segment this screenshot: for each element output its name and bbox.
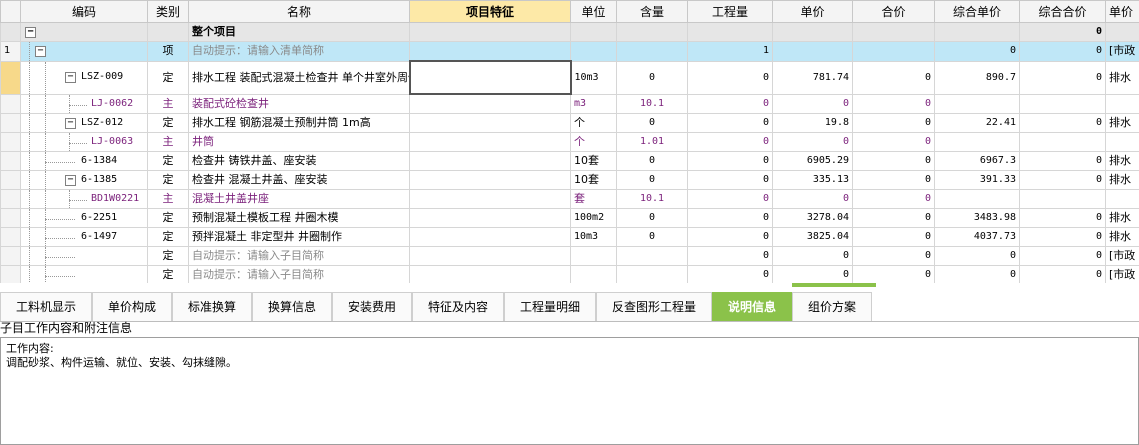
- table-row[interactable]: 定 自动提示：请输入子目简称 0 0 0 0 0 [市政: [1, 266, 1139, 284]
- name-cell[interactable]: 自动提示：请输入子目简称: [189, 247, 410, 266]
- name-cell[interactable]: 自动提示：请输入子目简称: [189, 266, 410, 284]
- tab-features-content[interactable]: 特征及内容: [412, 292, 504, 321]
- header-name[interactable]: 名称: [189, 1, 410, 23]
- code-text: BD1W0221: [91, 190, 139, 208]
- tab-pricing-scheme[interactable]: 组价方案: [792, 292, 872, 321]
- table-row[interactable]: − LSZ-009 定 排水工程 装配式混凝土检查井 单个井室外周体积(m3) …: [1, 61, 1139, 94]
- tab-description-info[interactable]: 说明信息: [712, 292, 792, 321]
- name-cell[interactable]: 自动提示：请输入清单简称: [189, 42, 410, 62]
- quota-table: 编码 类别 名称 项目特征 单位 含量 工程量 单价 合价 综合单价 综合合价 …: [0, 0, 1139, 283]
- row-number: [1, 61, 21, 94]
- table-row[interactable]: 6-1384 定 检查井 铸铁井盖、座安装 10套 0 0 6905.29 0 …: [1, 152, 1139, 171]
- name-cell[interactable]: 检查井 混凝土井盖、座安装: [189, 171, 410, 190]
- header-comprehensive-price[interactable]: 综合单价: [935, 1, 1020, 23]
- work-content-text: 调配砂浆、构件运输、就位、安装、勾抹缝隙。: [6, 356, 237, 370]
- work-content-panel[interactable]: 工作内容: 调配砂浆、构件运输、就位、安装、勾抹缝隙。: [0, 337, 1139, 445]
- table-row[interactable]: 1 − 项 自动提示：请输入清单简称 1 0 0 [市政: [1, 42, 1139, 62]
- tab-installation-fee[interactable]: 安装费用: [332, 292, 412, 321]
- collapse-icon[interactable]: −: [65, 175, 76, 186]
- group-row[interactable]: − 整个项目 0: [1, 23, 1139, 42]
- group-total: 0: [1020, 23, 1106, 42]
- name-cell[interactable]: 检查井 铸铁井盖、座安装: [189, 152, 410, 171]
- row-number: [1, 228, 21, 247]
- row-number: [1, 209, 21, 228]
- code-text: 6-2251: [81, 209, 117, 227]
- row-number: [1, 152, 21, 171]
- tree-cell: −: [21, 23, 148, 42]
- table-row[interactable]: 6-1497 定 预拌混凝土 非定型井 井圈制作 10m3 0 0 3825.0…: [1, 228, 1139, 247]
- collapse-icon[interactable]: −: [25, 27, 36, 38]
- group-label: 整个项目: [189, 23, 410, 42]
- name-cell[interactable]: 排水工程 装配式混凝土检查井 单个井室外周体积(m3) 1以内: [189, 61, 410, 94]
- table-row[interactable]: 6-2251 定 预制混凝土模板工程 井圈木模 100m2 0 0 3278.0…: [1, 209, 1139, 228]
- code-text: 6-1384: [81, 152, 117, 170]
- code-text: LSZ-012: [81, 114, 123, 132]
- row-number: [1, 23, 21, 42]
- collapse-icon[interactable]: −: [65, 118, 76, 129]
- header-extra[interactable]: 单价: [1106, 1, 1139, 23]
- work-content-label: 工作内容:: [6, 342, 54, 356]
- header-unit-price[interactable]: 单价: [773, 1, 853, 23]
- header-content[interactable]: 含量: [617, 1, 688, 23]
- tab-quantity-detail[interactable]: 工程量明细: [504, 292, 596, 321]
- row-number: [1, 247, 21, 266]
- tab-labor-material-machine[interactable]: 工料机显示: [0, 292, 92, 321]
- collapse-icon[interactable]: −: [65, 72, 76, 83]
- info-caption: 子目工作内容和附注信息: [0, 321, 132, 336]
- code-text: LJ-0062: [91, 95, 133, 113]
- row-number: [1, 94, 21, 114]
- header-total-price[interactable]: 合价: [853, 1, 935, 23]
- row-number: 1: [1, 42, 21, 62]
- detail-tab-bar: 工料机显示 单价构成 标准换算 换算信息 安装费用 特征及内容 工程量明细 反查…: [0, 289, 1139, 322]
- row-number: [1, 171, 21, 190]
- name-cell[interactable]: 井筒: [189, 133, 410, 152]
- header-category[interactable]: 类别: [148, 1, 189, 23]
- header-unit[interactable]: 单位: [571, 1, 617, 23]
- code-text: LSZ-009: [81, 68, 123, 86]
- header-quantity[interactable]: 工程量: [688, 1, 773, 23]
- tab-unit-price-composition[interactable]: 单价构成: [92, 292, 172, 321]
- row-number: [1, 266, 21, 284]
- code-text: 6-1497: [81, 228, 117, 246]
- feature-editor[interactable]: [410, 61, 571, 94]
- table-row[interactable]: − 6-1385 定 检查井 混凝土井盖、座安装 10套 0 0 335.13 …: [1, 171, 1139, 190]
- name-cell[interactable]: 预拌混凝土 非定型井 井圈制作: [189, 228, 410, 247]
- name-cell[interactable]: 排水工程 钢筋混凝土预制井筒 1m高: [189, 114, 410, 133]
- name-cell[interactable]: 混凝土井盖井座: [189, 190, 410, 209]
- header-comprehensive-total[interactable]: 综合合价: [1020, 1, 1106, 23]
- row-number: [1, 190, 21, 209]
- quota-grid: 编码 类别 名称 项目特征 单位 含量 工程量 单价 合价 综合单价 综合合价 …: [0, 0, 1139, 283]
- name-cell[interactable]: 预制混凝土模板工程 井圈木模: [189, 209, 410, 228]
- tab-reverse-graphic-quantity[interactable]: 反查图形工程量: [596, 292, 712, 321]
- table-row[interactable]: − LSZ-012 定 排水工程 钢筋混凝土预制井筒 1m高 个 0 0 19.…: [1, 114, 1139, 133]
- code-text: 6-1385: [81, 171, 117, 189]
- row-number: [1, 114, 21, 133]
- active-tab-indicator: [792, 283, 876, 287]
- table-row[interactable]: LJ-0063 主 井筒 个 1.01 0 0 0: [1, 133, 1139, 152]
- header-feature[interactable]: 项目特征: [410, 1, 571, 23]
- row-number-header: [1, 1, 21, 23]
- table-row[interactable]: 定 自动提示：请输入子目简称 0 0 0 0 0 [市政: [1, 247, 1139, 266]
- code-text: LJ-0063: [91, 133, 133, 151]
- row-number: [1, 133, 21, 152]
- table-header-row: 编码 类别 名称 项目特征 单位 含量 工程量 单价 合价 综合单价 综合合价 …: [1, 1, 1139, 23]
- table-row[interactable]: BD1W0221 主 混凝土井盖井座 套 10.1 0 0 0: [1, 190, 1139, 209]
- tab-conversion-info[interactable]: 换算信息: [252, 292, 332, 321]
- collapse-icon[interactable]: −: [35, 46, 46, 57]
- table-row[interactable]: LJ-0062 主 装配式砼检查井 m3 10.1 0 0 0: [1, 94, 1139, 114]
- header-code[interactable]: 编码: [21, 1, 148, 23]
- tab-standard-conversion[interactable]: 标准换算: [172, 292, 252, 321]
- name-cell[interactable]: 装配式砼检查井: [189, 94, 410, 114]
